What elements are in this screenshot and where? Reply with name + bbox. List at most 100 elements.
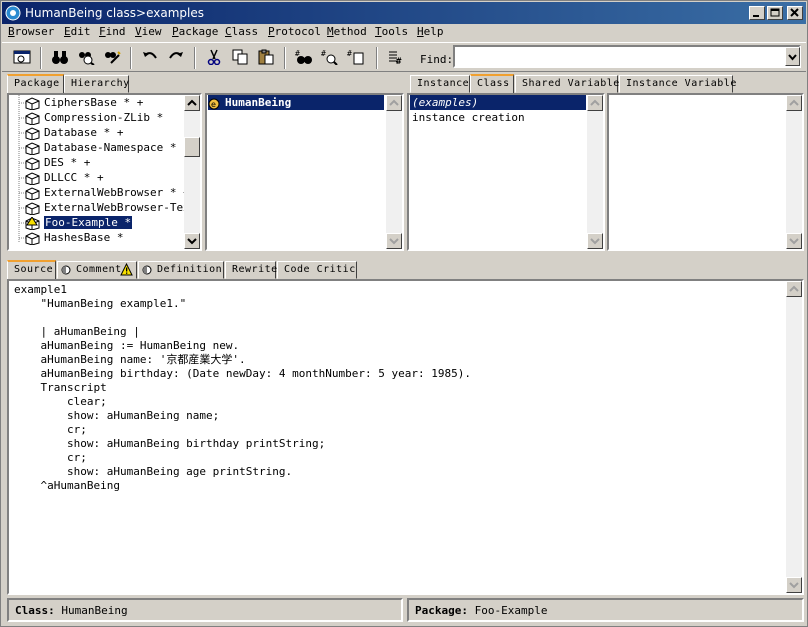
toolbar-separator xyxy=(40,47,42,69)
undo-button[interactable] xyxy=(138,46,162,69)
find-senders-button[interactable] xyxy=(48,46,72,69)
toolbar-separator xyxy=(130,47,132,69)
menu-class[interactable]: Class xyxy=(225,25,258,38)
menu-browser[interactable]: Browser xyxy=(8,25,54,38)
package-name: Compression-ZLib * xyxy=(44,111,164,124)
package-icon xyxy=(25,111,40,125)
source-line: cr; xyxy=(14,451,87,464)
tab-comment[interactable]: Comment xyxy=(57,261,137,279)
package-item[interactable]: Compression-ZLib * xyxy=(25,110,163,125)
package-icon xyxy=(25,156,40,170)
package-item[interactable]: Foo-Example * xyxy=(25,215,133,230)
find-references-button[interactable] xyxy=(100,46,124,69)
protocol-scrollbar[interactable] xyxy=(587,95,603,249)
scroll-up-icon xyxy=(789,99,799,106)
tab-package[interactable]: Package xyxy=(7,74,64,94)
find-dropdown-button[interactable] xyxy=(785,47,800,66)
scroll-up-button[interactable] xyxy=(386,95,402,111)
package-item[interactable]: DLLCC * + xyxy=(25,170,104,185)
find-method-icon: # xyxy=(321,49,338,65)
find-class-button[interactable]: # xyxy=(292,46,316,69)
copy-button[interactable] xyxy=(228,46,252,69)
find-selector-button[interactable]: # xyxy=(344,46,368,69)
package-item[interactable]: CiphersBase * + xyxy=(25,95,143,110)
package-item[interactable]: Database-Namespace * xyxy=(25,140,176,155)
minimize-icon xyxy=(753,15,759,17)
source-editor[interactable]: example1 "HumanBeing example1." | aHuman… xyxy=(7,279,804,595)
protocol-item-instance-creation[interactable]: instance creation xyxy=(410,110,525,125)
list-item[interactable]: e HumanBeing xyxy=(208,95,384,110)
binoculars-search-icon xyxy=(79,52,95,65)
method-scrollbar[interactable] xyxy=(786,95,802,249)
package-warning-icon xyxy=(25,216,40,230)
menu-edit[interactable]: Edit xyxy=(64,25,91,38)
package-item[interactable]: DES * + xyxy=(25,155,90,170)
scissors-icon xyxy=(207,49,221,65)
tab-class[interactable]: Class xyxy=(470,74,514,94)
scroll-down-icon xyxy=(789,582,799,589)
scroll-down-button[interactable] xyxy=(587,233,603,249)
source-line: show: aHumanBeing name; xyxy=(14,409,220,422)
find-input[interactable] xyxy=(453,45,801,68)
class-list: e HumanBeing xyxy=(205,93,404,251)
scroll-up-button[interactable] xyxy=(786,95,802,111)
package-name: Foo-Example * xyxy=(44,216,133,229)
scroll-up-button[interactable] xyxy=(587,95,603,111)
tab-instance[interactable]: Instance xyxy=(410,75,470,93)
maximize-button[interactable] xyxy=(767,6,783,20)
source-line: example1 xyxy=(14,283,67,296)
tab-rewrite[interactable]: Rewrite xyxy=(225,261,277,279)
menu-method[interactable]: Method xyxy=(327,25,367,38)
tab-instance-variable[interactable]: Instance Variable xyxy=(619,75,736,93)
menu-protocol[interactable]: Protocol xyxy=(268,25,321,38)
tab-shared-variable[interactable]: Shared Variable xyxy=(515,75,619,93)
scroll-down-button[interactable] xyxy=(184,233,200,249)
scroll-down-icon xyxy=(789,238,799,245)
browse-button[interactable] xyxy=(10,46,34,69)
menu-view[interactable]: View xyxy=(135,25,162,38)
package-item[interactable]: Database * + xyxy=(25,125,123,140)
minimize-button[interactable] xyxy=(749,6,765,20)
paste-icon xyxy=(258,49,274,65)
package-item[interactable]: HashesBase * xyxy=(25,230,123,245)
package-scrollbar[interactable] xyxy=(184,95,200,249)
scroll-up-button[interactable] xyxy=(786,281,802,297)
source-line: clear; xyxy=(14,395,107,408)
package-item[interactable]: ExternalWebBrowser * + xyxy=(25,185,190,200)
find-method-button[interactable]: # xyxy=(318,46,342,69)
paste-button[interactable] xyxy=(254,46,278,69)
source-line: show: aHumanBeing age printString. xyxy=(14,465,293,478)
tab-definition[interactable]: Definition xyxy=(138,261,224,279)
package-scroll-thumb[interactable] xyxy=(184,137,200,157)
menu-find[interactable]: Find xyxy=(99,25,126,38)
menu-help[interactable]: Help xyxy=(417,25,444,38)
scroll-down-button[interactable] xyxy=(786,233,802,249)
tab-source[interactable]: Source xyxy=(7,260,56,280)
package-name: DLLCC * + xyxy=(44,171,104,184)
redo-button[interactable] xyxy=(164,46,188,69)
source-line: | aHumanBeing | xyxy=(14,325,140,338)
package-icon xyxy=(25,231,40,245)
protocol-item-examples[interactable]: (examples) xyxy=(410,95,586,110)
magic-wand-icon xyxy=(105,51,121,64)
cut-button[interactable] xyxy=(202,46,226,69)
class-scrollbar[interactable] xyxy=(386,95,402,249)
tab-code-critic[interactable]: Code Critic xyxy=(277,261,357,279)
tab-hierarchy[interactable]: Hierarchy xyxy=(64,75,129,93)
scroll-down-button[interactable] xyxy=(386,233,402,249)
menu-tools[interactable]: Tools xyxy=(375,25,408,38)
close-button[interactable] xyxy=(787,6,803,20)
svg-text:#: # xyxy=(396,57,402,65)
scroll-up-button[interactable] xyxy=(184,95,200,111)
source-scrollbar[interactable] xyxy=(786,281,802,593)
find-hash-button[interactable]: # xyxy=(384,46,408,69)
menu-package[interactable]: Package xyxy=(172,25,218,38)
package-name: Database * + xyxy=(44,126,124,139)
scroll-up-icon xyxy=(789,285,799,292)
scroll-down-button[interactable] xyxy=(786,577,802,593)
toolbar-separator xyxy=(194,47,196,69)
status-class-label: Class: xyxy=(15,604,55,617)
find-implementors-button[interactable] xyxy=(74,46,98,69)
package-item[interactable]: ExternalWebBrowser-Text xyxy=(25,200,196,215)
maximize-icon xyxy=(770,8,780,17)
